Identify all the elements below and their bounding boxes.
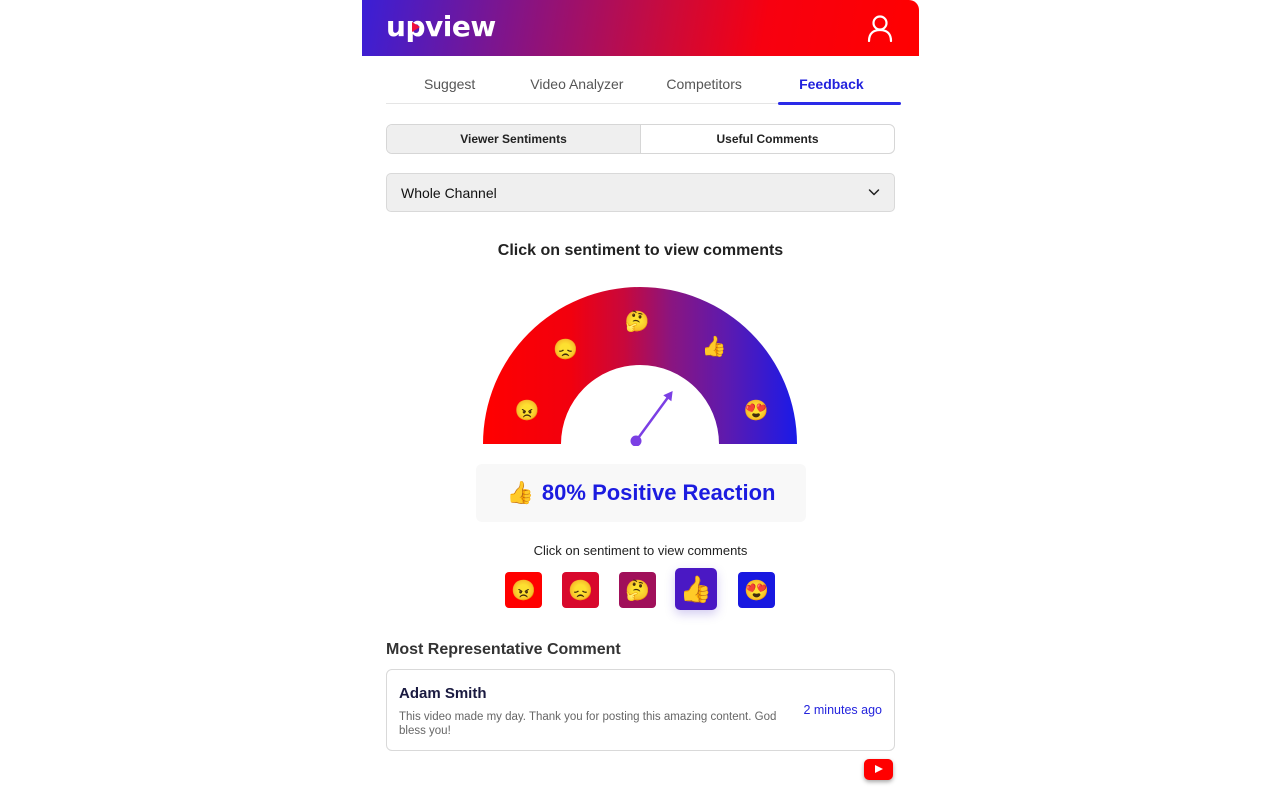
sentiment-thumbs-up-button[interactable]: 👍 — [675, 568, 717, 610]
app-container: up view Suggest Video Analyzer Competitor… — [362, 0, 919, 800]
gauge-needle — [634, 397, 669, 443]
gauge-title: Click on sentiment to view comments — [497, 242, 784, 259]
gauge-angry-emoji[interactable]: 😠 — [515, 401, 540, 421]
app-header: up view — [362, 0, 919, 56]
sentiment-picker-title: Click on sentiment to view comments — [533, 543, 748, 558]
gauge-sad-emoji[interactable]: 😞 — [553, 340, 578, 360]
tab-competitors[interactable]: Competitors — [641, 62, 768, 103]
gauge-thumbs-up-emoji[interactable]: 👍 — [702, 337, 727, 357]
sentiment-sad-button[interactable]: 😞 — [562, 572, 599, 608]
main-tabs: Suggest Video Analyzer Competitors Feedb… — [386, 62, 902, 105]
logo-text-view: view — [424, 10, 496, 43]
comment-author: Adam Smith — [399, 685, 487, 702]
play-icon — [412, 22, 421, 32]
sentiment-love-button[interactable]: 😍 — [738, 572, 775, 608]
scope-select-value: Whole Channel — [401, 185, 497, 201]
gauge-needle-hub — [630, 435, 642, 447]
comment-timestamp[interactable]: 2 minutes ago — [803, 703, 882, 717]
logo-play-letter: p — [405, 10, 425, 43]
sentiment-gauge: 😠 😞 🤔 👍 😍 — [480, 284, 802, 447]
representative-comment-card[interactable]: Adam Smith This video made my day. Thank… — [386, 669, 895, 751]
youtube-icon[interactable] — [864, 759, 893, 780]
viewer-sentiments-button[interactable]: Viewer Sentiments — [387, 125, 641, 153]
sentiment-angry-button[interactable]: 😠 — [505, 572, 542, 608]
gauge-needle-arrowhead — [663, 390, 673, 402]
sentiment-result-text: 80% Positive Reaction — [541, 480, 776, 505]
sentiment-picker: 😠 😞 🤔 👍 😍 — [505, 568, 777, 612]
tab-suggest[interactable]: Suggest — [386, 62, 513, 103]
useful-comments-button[interactable]: Useful Comments — [641, 125, 894, 153]
tab-video-analyzer[interactable]: Video Analyzer — [513, 62, 640, 103]
gauge-love-emoji[interactable]: 😍 — [743, 401, 768, 421]
sentiment-result-box: 👍 80% Positive Reaction — [476, 464, 806, 522]
scope-select[interactable]: Whole Channel — [386, 173, 895, 212]
tab-feedback[interactable]: Feedback — [768, 62, 902, 105]
gauge-thinking-emoji[interactable]: 🤔 — [625, 312, 650, 332]
user-icon[interactable] — [867, 14, 893, 42]
comment-text: This video made my day. Thank you for po… — [399, 711, 777, 737]
logo-text-u: u — [386, 10, 406, 43]
chevron-down-icon — [868, 189, 880, 196]
feedback-mode-toggle: Viewer Sentiments Useful Comments — [386, 124, 895, 154]
sentiment-thinking-button[interactable]: 🤔 — [619, 572, 656, 608]
thumbs-up-icon: 👍 — [506, 480, 534, 505]
representative-comment-title: Most Representative Comment — [386, 641, 621, 658]
upview-logo[interactable]: up view — [386, 10, 496, 43]
